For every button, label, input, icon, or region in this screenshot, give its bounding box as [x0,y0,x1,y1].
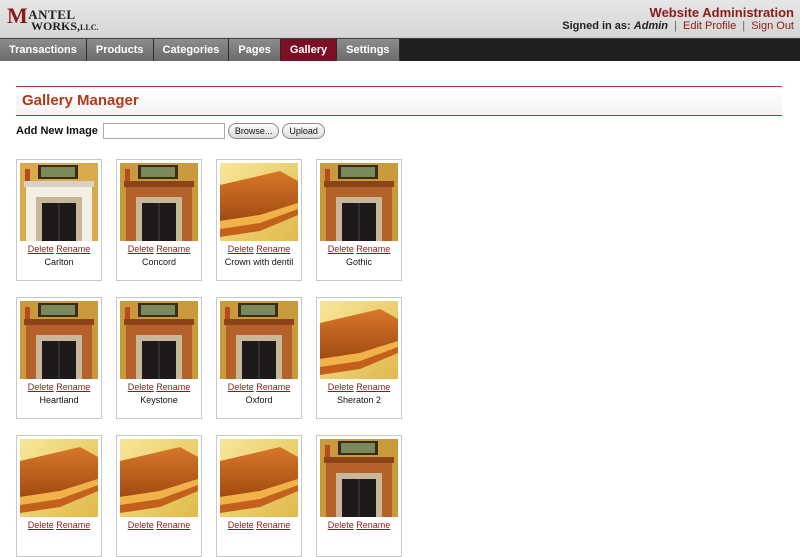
gallery-item: Delete Rename Carlton [16,159,102,281]
add-image-label: Add New Image [16,125,98,137]
nav-tab-transactions[interactable]: Transactions [0,39,87,61]
gallery-thumbnail[interactable] [20,163,98,241]
logo-llc: LLC. [80,23,99,32]
gallery-header: Gallery Manager [16,86,782,116]
delete-link[interactable]: Delete [128,382,154,392]
delete-link[interactable]: Delete [128,520,154,530]
gallery-item: Delete Rename Oxford [216,297,302,419]
gallery-item: Delete Rename [116,435,202,557]
separator: | [674,20,677,32]
gallery-item-name: Carlton [44,257,74,267]
gallery-thumbnail[interactable] [120,301,198,379]
page-title: Gallery Manager [22,92,139,109]
gallery-item-name: Oxford [245,395,273,405]
gallery-thumbnail[interactable] [320,439,398,517]
gallery-item: Delete Rename Keystone [116,297,202,419]
edit-profile-link[interactable]: Edit Profile [683,20,736,32]
logo-line2: WORKS, [31,19,81,33]
gallery-item: Delete Rename Sheraton 2 [316,297,402,419]
nav-tab-categories[interactable]: Categories [153,39,230,61]
logo-initial: M [7,3,29,28]
gallery-thumbnail[interactable] [20,439,98,517]
gallery-thumbnail[interactable] [120,163,198,241]
upload-button[interactable]: Upload [282,123,325,139]
sign-out-link[interactable]: Sign Out [751,20,794,32]
gallery-item: Delete Rename Concord [116,159,202,281]
top-header: MANTEL WORKS,LLC. Website Administration… [0,0,800,38]
rename-link[interactable]: Rename [156,244,190,254]
gallery-thumbnail[interactable] [320,301,398,379]
nav-tab-settings[interactable]: Settings [337,39,400,61]
rename-link[interactable]: Rename [56,382,90,392]
gallery-thumbnail[interactable] [120,439,198,517]
gallery-item: Delete Rename Heartland [16,297,102,419]
delete-link[interactable]: Delete [28,244,54,254]
delete-link[interactable]: Delete [28,382,54,392]
nav-tab-gallery[interactable]: Gallery [280,39,338,61]
mantel-works-logo[interactable]: MANTEL WORKS,LLC. [5,3,99,35]
rename-link[interactable]: Rename [256,382,290,392]
gallery-item-actions: Delete Rename [17,382,101,392]
gallery-thumbnail[interactable] [220,439,298,517]
nav-tab-products[interactable]: Products [86,39,154,61]
gallery-item-actions: Delete Rename [317,382,401,392]
signed-in-label: Signed in as: [562,20,631,32]
gallery-item-actions: Delete Rename [117,382,201,392]
gallery-item: Delete Rename [316,435,402,557]
gallery-item: Delete Rename Gothic [316,159,402,281]
gallery-thumbnail[interactable] [20,301,98,379]
gallery-item-actions: Delete Rename [17,244,101,254]
gallery-item-actions: Delete Rename [317,520,401,530]
delete-link[interactable]: Delete [328,382,354,392]
gallery-item-actions: Delete Rename [317,244,401,254]
rename-link[interactable]: Rename [156,382,190,392]
gallery-item-actions: Delete Rename [117,244,201,254]
gallery-item-name: Sheraton 2 [336,395,382,405]
rename-link[interactable]: Rename [156,520,190,530]
gallery-item-actions: Delete Rename [217,520,301,530]
rename-link[interactable]: Rename [256,244,290,254]
separator: | [742,20,746,32]
rename-link[interactable]: Rename [356,244,390,254]
rename-link[interactable]: Rename [356,382,390,392]
gallery-item-actions: Delete Rename [217,382,301,392]
gallery-item: Delete Rename [216,435,302,557]
nav-tab-pages[interactable]: Pages [229,39,281,61]
admin-title: Website Administration [649,5,794,20]
rename-link[interactable]: Rename [56,520,90,530]
file-path-input[interactable] [102,123,225,139]
delete-link[interactable]: Delete [228,382,254,392]
gallery-item-name: Keystone [140,395,178,405]
gallery-item-name: Concord [141,257,177,267]
delete-link[interactable]: Delete [228,244,254,254]
delete-link[interactable]: Delete [328,520,354,530]
gallery-item: Delete Rename [16,435,102,557]
gallery-thumbnail[interactable] [220,301,298,379]
gallery-item-actions: Delete Rename [217,244,301,254]
browse-button[interactable]: Browse... [227,123,280,139]
main-nav: Transactions Products Categories Pages Galle… [0,38,800,61]
gallery-item-name: Crown with dentil [224,257,294,267]
gallery-item-name: Heartland [39,395,79,405]
gallery-thumbnail[interactable] [320,163,398,241]
gallery-item-actions: Delete Rename [117,520,201,530]
gallery-item-name: Gothic [345,257,372,267]
delete-link[interactable]: Delete [128,244,154,254]
delete-link[interactable]: Delete [228,520,254,530]
rename-link[interactable]: Rename [256,520,290,530]
signed-in-user: Admin [633,20,669,32]
delete-link[interactable]: Delete [328,244,354,254]
delete-link[interactable]: Delete [28,520,54,530]
rename-link[interactable]: Rename [56,244,90,254]
gallery-item-actions: Delete Rename [17,520,101,530]
account-links: Signed in as: Admin | Edit Profile | Sig… [562,20,794,32]
gallery-item: Delete Rename Crown with dentil [216,159,302,281]
rename-link[interactable]: Rename [356,520,390,530]
add-image-form: Add New Image Browse... Upload [16,122,328,140]
gallery-thumbnail[interactable] [220,163,298,241]
